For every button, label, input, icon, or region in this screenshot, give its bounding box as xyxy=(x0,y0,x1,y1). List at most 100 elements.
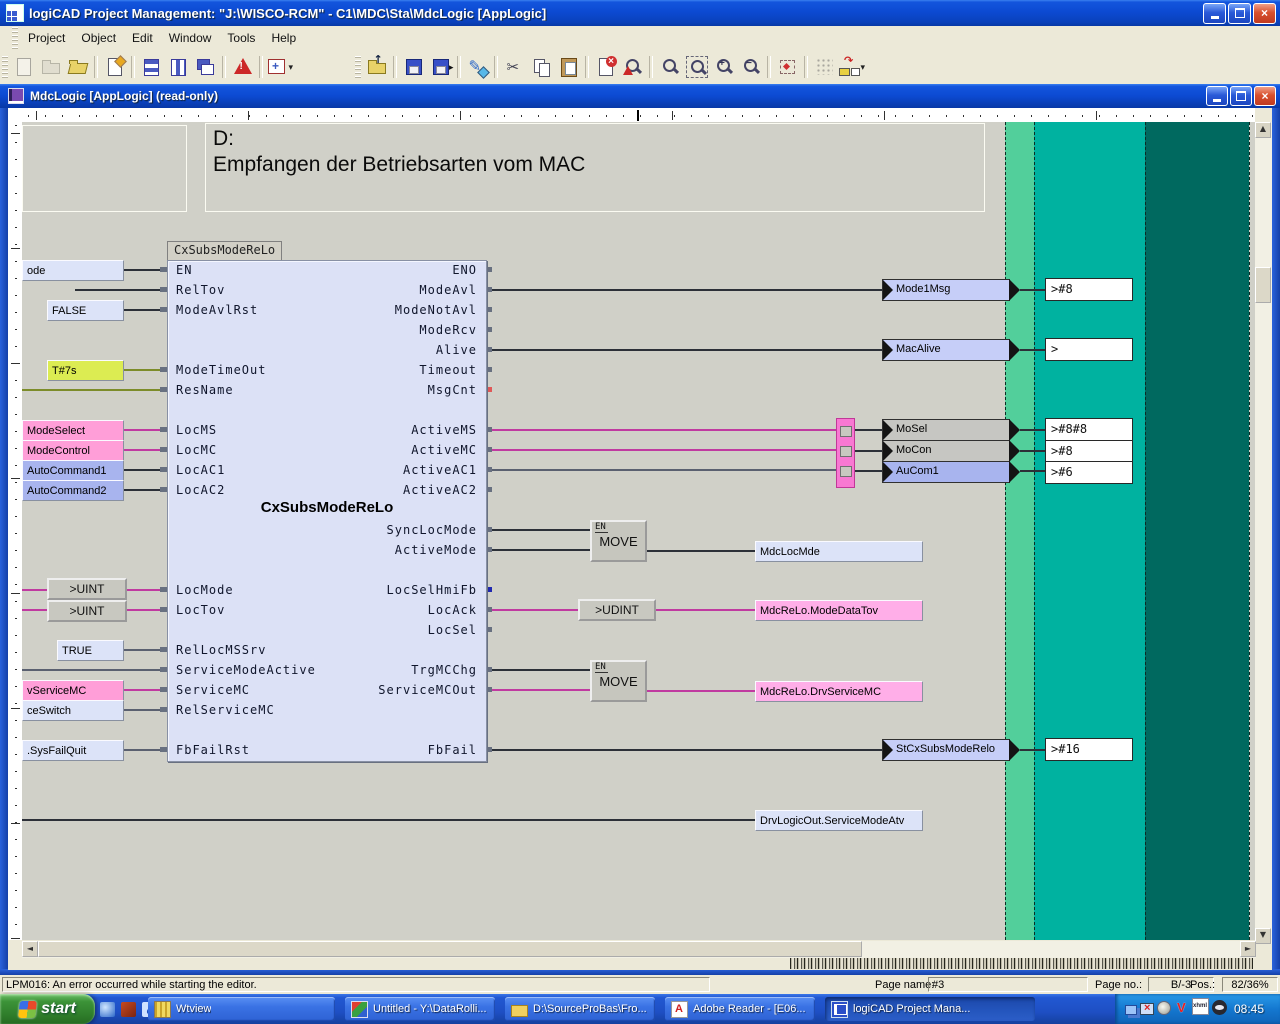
audio-icon[interactable] xyxy=(1157,1001,1171,1015)
connector-port[interactable] xyxy=(840,466,852,477)
zoom-out-button[interactable] xyxy=(737,54,764,81)
input-box-ModeControl[interactable]: ModeControl xyxy=(22,440,124,461)
horizontal-scroll-thumb[interactable] xyxy=(38,941,862,957)
cut-button[interactable] xyxy=(501,54,528,81)
menu-edit[interactable]: Edit xyxy=(124,28,161,48)
antivirus-icon[interactable] xyxy=(1174,1000,1189,1015)
child-minimize-button[interactable] xyxy=(1206,86,1228,106)
message-list-button[interactable] xyxy=(229,54,256,81)
input-box-vServiceMC[interactable]: vServiceMC xyxy=(22,680,124,701)
quicklaunch-app1-icon[interactable] xyxy=(100,1002,115,1017)
menu-tools[interactable]: Tools xyxy=(219,28,263,48)
window-overview-button[interactable]: ▾ xyxy=(266,54,293,81)
output-arrow-MacAlive[interactable]: MacAlive xyxy=(882,339,1010,361)
sink-box-MdcReLoModeDataTov[interactable]: MdcReLo.ModeDataTov xyxy=(755,600,923,621)
empty-title-box[interactable] xyxy=(22,125,187,212)
block-type-tab[interactable]: CxSubsModeReLo xyxy=(167,241,282,261)
vertical-scroll-thumb[interactable] xyxy=(1255,267,1271,303)
input-box-FALSE[interactable]: FALSE xyxy=(47,300,124,321)
viewer-icon[interactable] xyxy=(1212,1000,1227,1015)
child-close-button[interactable]: × xyxy=(1254,86,1276,106)
save-all-button[interactable]: ▸ xyxy=(427,54,454,81)
input-box-TRUE[interactable]: TRUE xyxy=(57,640,124,661)
input-box-AutoCommand1[interactable]: AutoCommand1 xyxy=(22,460,124,481)
input-box-ModeSelect[interactable]: ModeSelect xyxy=(22,420,124,441)
properties-button[interactable] xyxy=(101,54,128,81)
quicklaunch-app2-icon[interactable] xyxy=(121,1002,136,1017)
connector-port[interactable] xyxy=(840,446,852,457)
taskbar-button-wtview[interactable]: Wtview xyxy=(148,997,335,1021)
copy-button[interactable] xyxy=(528,54,555,81)
zoom-fit-button[interactable] xyxy=(774,54,801,81)
sink-box-DrvLogicOutServiceModeAtv[interactable]: DrvLogicOut.ServiceModeAtv xyxy=(755,810,923,831)
output-arrow-MoCon[interactable]: MoCon xyxy=(882,440,1010,462)
tile-horizontal-button[interactable] xyxy=(138,54,165,81)
output-arrow-StCxSubsModeRelo[interactable]: StCxSubsModeRelo xyxy=(882,739,1010,761)
output-arrow-MoSel[interactable]: MoSel xyxy=(882,419,1010,441)
taskbar-button-folder[interactable]: D:\SourceProBas\Fro... xyxy=(505,997,655,1021)
scroll-up-button[interactable]: ▲ xyxy=(1255,122,1271,138)
restore-button[interactable] xyxy=(1228,3,1251,24)
value-box[interactable]: >#16 xyxy=(1045,738,1133,761)
taskbar-button-adobe[interactable]: Adobe Reader - [E06... xyxy=(665,997,815,1021)
scroll-left-button[interactable]: ◄ xyxy=(22,941,38,957)
dropdown-arrow-icon[interactable]: ▾ xyxy=(860,62,865,73)
input-box-T7s[interactable]: T#7s xyxy=(47,360,124,381)
open-folder-button[interactable] xyxy=(64,54,91,81)
scroll-right-button[interactable]: ► xyxy=(1240,941,1256,957)
connector-port[interactable] xyxy=(840,426,852,437)
start-button[interactable]: start xyxy=(0,994,95,1024)
close-button[interactable]: × xyxy=(1253,3,1276,24)
scroll-down-button[interactable]: ▼ xyxy=(1255,928,1271,944)
delete-object-button[interactable] xyxy=(592,54,619,81)
value-box[interactable]: >#8 xyxy=(1045,278,1133,301)
zoom-window-button[interactable] xyxy=(656,54,683,81)
function-block-CxSubsModeReLo[interactable]: CxSubsModeReLo ENRelTovModeAvlRstModeTim… xyxy=(167,260,487,762)
menubar-gripper[interactable] xyxy=(12,27,18,49)
menu-object[interactable]: Object xyxy=(73,28,124,48)
sink-box-MdcReLoDrvServiceMC[interactable]: MdcReLo.DrvServiceMC xyxy=(755,681,923,702)
menu-window[interactable]: Window xyxy=(161,28,220,48)
converter-UINT[interactable]: >UINT xyxy=(47,600,127,622)
sink-box-MdcLocMde[interactable]: MdcLocMde xyxy=(755,541,923,562)
value-box[interactable]: >#8 xyxy=(1045,440,1133,463)
connection-mode-button[interactable]: ↷▾ xyxy=(838,54,865,81)
value-box[interactable]: >#8#8 xyxy=(1045,418,1133,441)
menu-project[interactable]: Project xyxy=(20,28,73,48)
menu-help[interactable]: Help xyxy=(263,28,304,48)
dropdown-arrow-icon[interactable]: ▾ xyxy=(288,62,293,73)
converter-UDINT[interactable]: >UDINT xyxy=(578,599,656,621)
connector-strip[interactable] xyxy=(836,418,855,488)
input-box-ceSwitch[interactable]: ceSwitch xyxy=(22,700,124,721)
child-restore-button[interactable] xyxy=(1230,86,1252,106)
tile-vertical-button[interactable] xyxy=(165,54,192,81)
display-error-icon[interactable] xyxy=(1140,1003,1154,1015)
move-block-1[interactable]: ENMOVE xyxy=(590,520,647,562)
minimize-button[interactable] xyxy=(1203,3,1226,24)
output-arrow-AuCom1[interactable]: AuCom1 xyxy=(882,461,1010,483)
zoom-in-button[interactable] xyxy=(710,54,737,81)
vertical-scrollbar[interactable]: ▲ ▼ xyxy=(1255,122,1272,944)
input-box-ode[interactable]: ode xyxy=(22,260,124,281)
value-box[interactable]: > xyxy=(1045,338,1133,361)
zoom-page-button[interactable] xyxy=(683,54,710,81)
cascade-windows-button[interactable] xyxy=(192,54,219,81)
save-button[interactable] xyxy=(400,54,427,81)
move-block-2[interactable]: ENMOVE xyxy=(590,660,647,702)
show-errors-button[interactable] xyxy=(619,54,646,81)
taskbar-button-logicad[interactable]: logiCAD Project Mana... xyxy=(825,997,1035,1021)
horizontal-scrollbar[interactable]: ◄ ► xyxy=(22,941,1256,958)
output-arrow-Mode1Msg[interactable]: Mode1Msg xyxy=(882,279,1010,301)
toolbar2-gripper[interactable] xyxy=(355,56,361,78)
taskbar-button-untitled[interactable]: Untitled - Y:\DataRolli... xyxy=(345,997,495,1021)
xhml-icon[interactable] xyxy=(1192,998,1209,1015)
input-box-SysFailQuit[interactable]: .SysFailQuit xyxy=(22,740,124,761)
paste-button[interactable] xyxy=(555,54,582,81)
up-one-level-button[interactable]: ↑ xyxy=(363,54,390,81)
toolbar1-gripper[interactable] xyxy=(2,56,8,78)
input-box-AutoCommand2[interactable]: AutoCommand2 xyxy=(22,480,124,501)
converter-UINT[interactable]: >UINT xyxy=(47,578,127,600)
network-icon[interactable] xyxy=(1125,1005,1137,1015)
edit-graphic-button[interactable] xyxy=(464,54,491,81)
value-box[interactable]: >#6 xyxy=(1045,461,1133,484)
